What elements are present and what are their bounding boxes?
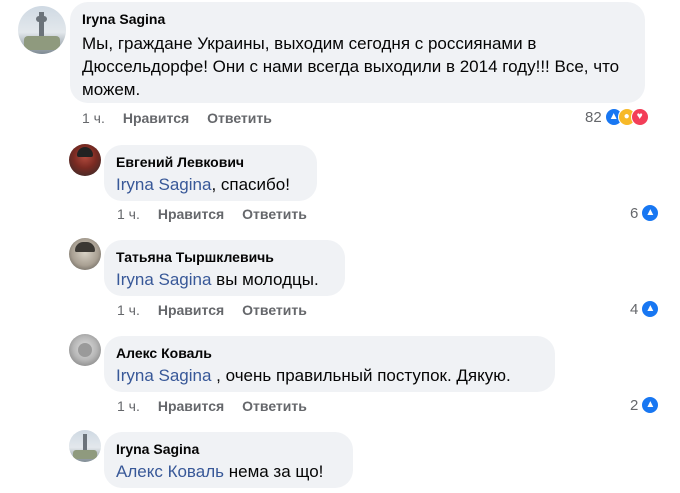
- comment-bubble: Iryna Sagina Мы, граждане Украины, выход…: [70, 2, 645, 103]
- like-icon: ▲: [641, 396, 660, 414]
- like-button[interactable]: Нравится: [158, 206, 224, 222]
- comment-actions: 1 ч. Нравится Ответить: [82, 110, 272, 126]
- comment-text: Мы, граждане Украины, выходим сегодня с …: [82, 34, 620, 99]
- reaction-count: 6: [630, 204, 639, 222]
- comment-author[interactable]: Евгений Левкович: [116, 153, 305, 171]
- avatar[interactable]: [69, 334, 101, 366]
- reaction-summary[interactable]: 2 ▲: [630, 396, 660, 414]
- comment-text: Iryna Sagina , очень правильный поступок…: [116, 364, 543, 387]
- avatar[interactable]: [69, 430, 101, 462]
- mention-link[interactable]: Iryna Sagina: [116, 175, 211, 194]
- reaction-summary[interactable]: 4 ▲: [630, 300, 660, 318]
- comment-text-body: вы молодцы.: [211, 270, 319, 289]
- comment-author[interactable]: Татьяна Тыршклевичь: [116, 248, 333, 266]
- reply-button[interactable]: Ответить: [242, 398, 307, 414]
- comment-author[interactable]: Iryna Sagina: [82, 10, 633, 28]
- reaction-count: 82: [585, 108, 602, 126]
- avatar[interactable]: [69, 238, 101, 270]
- comment-text: Iryna Sagina вы молодцы.: [116, 268, 333, 291]
- comment-bubble: Евгений Левкович Iryna Sagina, спасибо!: [104, 145, 317, 201]
- comment-author[interactable]: Алекс Коваль: [116, 344, 543, 362]
- comment-text-body: , спасибо!: [211, 175, 290, 194]
- reply-button[interactable]: Ответить: [242, 206, 307, 222]
- comment-bubble: Татьяна Тыршклевичь Iryna Sagina вы моло…: [104, 240, 345, 296]
- avatar[interactable]: [18, 6, 66, 54]
- comment-actions: 1 ч. Нравится Ответить: [117, 398, 307, 414]
- comment-time[interactable]: 1 ч.: [117, 302, 140, 318]
- like-button[interactable]: Нравится: [158, 302, 224, 318]
- comment-text-body: , очень правильный поступок. Дякую.: [211, 366, 511, 385]
- comment-author[interactable]: Iryna Sagina: [116, 440, 341, 458]
- reaction-summary[interactable]: 6 ▲: [630, 204, 660, 222]
- reply-button[interactable]: Ответить: [242, 302, 307, 318]
- reply-button[interactable]: Ответить: [207, 110, 272, 126]
- like-button[interactable]: Нравится: [158, 398, 224, 414]
- comment-bubble: Iryna Sagina Алекс Коваль нема за що!: [104, 432, 353, 488]
- like-icon: ▲: [641, 204, 660, 222]
- mention-link[interactable]: Алекс Коваль: [116, 462, 224, 481]
- reaction-summary[interactable]: 82 ▲ ● ♥: [585, 108, 649, 126]
- comment-text-body: нема за що!: [224, 462, 324, 481]
- reaction-count: 2: [630, 396, 639, 414]
- comment-text: Алекс Коваль нема за що!: [116, 460, 341, 483]
- avatar[interactable]: [69, 144, 101, 176]
- comment-text: Iryna Sagina, спасибо!: [116, 173, 305, 196]
- comment-time[interactable]: 1 ч.: [82, 110, 105, 126]
- reaction-count: 4: [630, 300, 639, 318]
- like-button[interactable]: Нравится: [123, 110, 189, 126]
- comment-actions: 1 ч. Нравится Ответить: [117, 302, 307, 318]
- comment-time[interactable]: 1 ч.: [117, 398, 140, 414]
- like-icon: ▲: [641, 300, 660, 318]
- mention-link[interactable]: Iryna Sagina: [116, 366, 211, 385]
- comment-actions: 1 ч. Нравится Ответить: [117, 206, 307, 222]
- mention-link[interactable]: Iryna Sagina: [116, 270, 211, 289]
- comment-time[interactable]: 1 ч.: [117, 206, 140, 222]
- love-icon: ♥: [630, 108, 649, 126]
- comment-bubble: Алекс Коваль Iryna Sagina , очень правил…: [104, 336, 555, 392]
